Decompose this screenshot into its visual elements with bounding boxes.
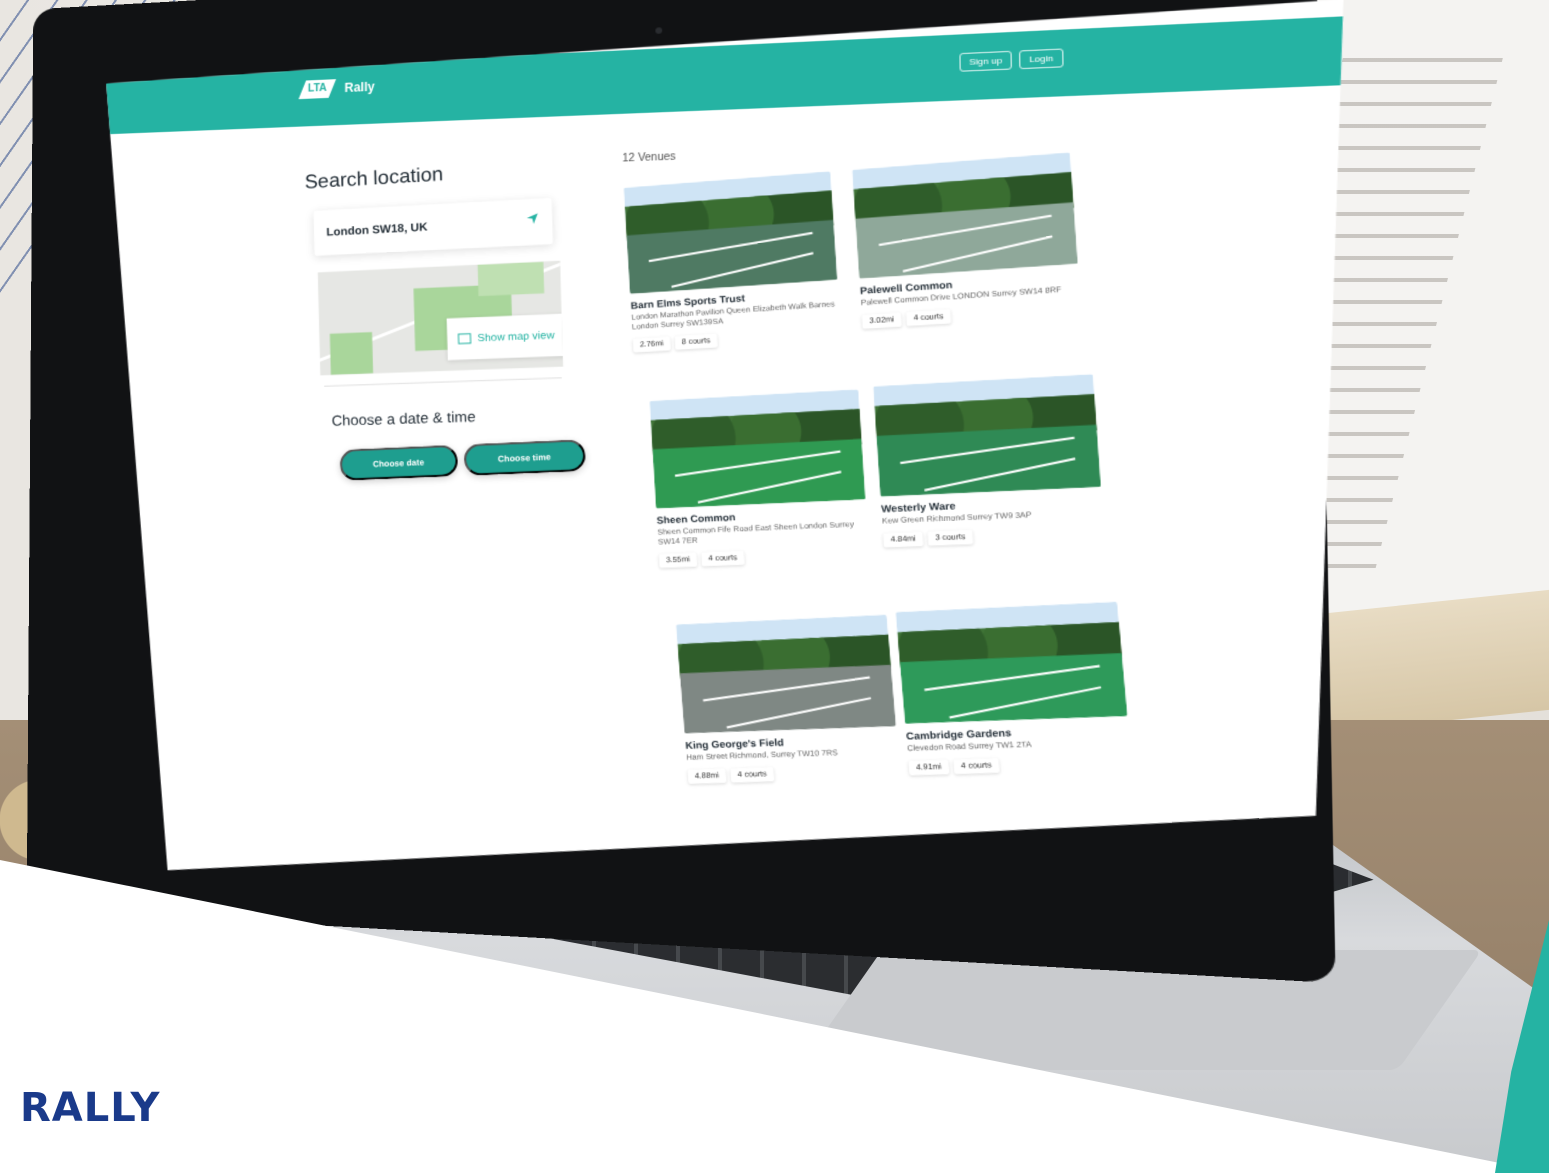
choose-date-button[interactable]: Choose date — [339, 445, 458, 481]
laptop-screen-bezel: LTA Rally Sign up Login Search location … — [26, 0, 1336, 984]
date-time-buttons: Choose date Choose time — [339, 439, 586, 481]
login-button[interactable]: Login — [1019, 48, 1063, 69]
map-park — [330, 332, 373, 375]
show-map-view-button[interactable]: Show map view — [447, 313, 564, 360]
location-search-input[interactable]: London SW18, UK — [313, 198, 553, 256]
venue-tags: 4.84mi 3 courts — [883, 525, 1105, 548]
search-location-title: Search location — [304, 163, 444, 194]
venue-tags: 4.91mi 4 courts — [908, 754, 1132, 775]
map-icon — [458, 333, 471, 344]
top-navigation-bar — [106, 16, 1345, 134]
locate-arrow-icon[interactable] — [526, 212, 540, 225]
logo-text: Rally — [344, 79, 375, 96]
venue-photo — [650, 389, 866, 508]
venue-card[interactable]: King George's Field Ham Street Richmond,… — [676, 615, 901, 784]
venue-list: Barn Elms Sports Trust London Marathon P… — [628, 155, 1138, 861]
venue-count: 12 Venues — [622, 151, 676, 165]
signup-button[interactable]: Sign up — [959, 51, 1012, 72]
distance-badge: 3.02mi — [862, 312, 902, 329]
venue-photo — [676, 615, 896, 734]
date-time-title: Choose a date & time — [331, 407, 476, 429]
venue-tags: 3.55mi 4 courts — [659, 546, 870, 568]
distance-badge: 4.88mi — [687, 769, 726, 784]
venue-card[interactable]: Cambridge Gardens Clevedon Road Surrey T… — [896, 602, 1133, 776]
distance-badge: 2.76mi — [633, 337, 671, 353]
venue-card[interactable]: Westerly Ware Kew Green Richmond Surrey … — [873, 374, 1105, 548]
app-logo[interactable]: LTA Rally — [299, 77, 375, 99]
distance-badge: 4.91mi — [908, 760, 949, 776]
courts-badge: 3 courts — [927, 530, 973, 546]
webcam-icon — [655, 27, 663, 34]
app-screen: LTA Rally Sign up Login Search location … — [102, 0, 1362, 931]
venue-photo — [873, 374, 1101, 497]
show-map-view-label: Show map view — [477, 329, 555, 344]
rally-brand-wordmark: RALLY — [20, 1085, 161, 1131]
choose-time-button[interactable]: Choose time — [463, 439, 586, 476]
courts-badge: 4 courts — [730, 767, 774, 783]
courts-badge: 4 courts — [906, 309, 951, 326]
courts-badge: 4 courts — [701, 551, 745, 567]
venue-card[interactable]: Barn Elms Sports Trust London Marathon P… — [624, 171, 842, 353]
venue-card[interactable]: Palewell Common Palewell Common Drive LO… — [852, 152, 1082, 329]
location-search-value: London SW18, UK — [326, 221, 428, 239]
venue-tags: 4.88mi 4 courts — [687, 763, 900, 784]
map-park — [478, 262, 545, 297]
venue-photo — [896, 602, 1128, 724]
lta-logo-mark: LTA — [299, 79, 337, 99]
distance-badge: 3.55mi — [659, 553, 698, 569]
venue-photo — [624, 171, 838, 294]
courts-badge: 8 courts — [675, 334, 718, 351]
venue-photo — [852, 152, 1078, 279]
venue-card[interactable]: Sheen Common Sheen Common Fife Road East… — [650, 389, 870, 568]
distance-badge: 4.84mi — [883, 532, 924, 548]
section-divider — [324, 377, 562, 386]
map-preview[interactable]: Show map view — [318, 261, 563, 375]
courts-badge: 4 courts — [953, 758, 1000, 774]
